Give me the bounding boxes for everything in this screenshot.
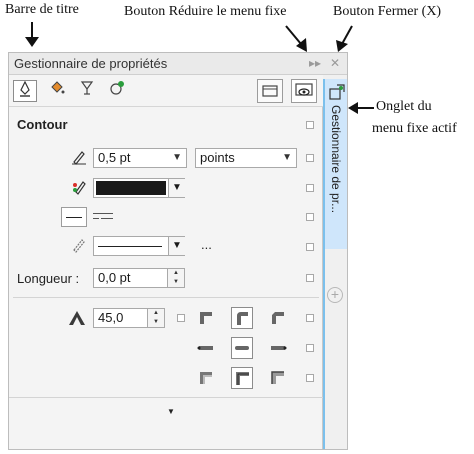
length-label: Longueur :: [17, 271, 80, 286]
docked-tab[interactable]: Gestionnaire de pr...: [323, 79, 347, 249]
cap-square-button[interactable]: [267, 337, 289, 359]
line-style-preview: [98, 246, 162, 247]
properties-panel: Contour 0,5 pt ▼ points ▼ ▼ ▼ ... Longue…: [9, 75, 323, 449]
position-checkbox[interactable]: [306, 374, 314, 382]
annotation-arrow-close: [336, 25, 353, 52]
line-style-pen-icon: [71, 237, 87, 258]
docked-tab-accent-line: [323, 249, 325, 449]
transparency-glass-icon[interactable]: [75, 80, 99, 102]
caps-checkbox[interactable]: [306, 344, 314, 352]
docker-window: Gestionnaire de propriétés ▸▸ ✕ Contour …: [8, 52, 348, 450]
solid-line-icon[interactable]: [61, 207, 87, 227]
annotation-arrow-title: [25, 22, 39, 47]
length-checkbox[interactable]: [306, 274, 314, 282]
close-docker-button[interactable]: ✕: [327, 55, 343, 71]
position-outside-button[interactable]: [195, 367, 217, 389]
outline-width-value: 0,5 pt: [98, 150, 131, 165]
line-style-checkbox[interactable]: [306, 213, 314, 221]
docker-title: Gestionnaire de propriétés: [14, 56, 168, 71]
chevron-down-icon: ▼: [168, 179, 185, 197]
annotation-close-button: Bouton Fermer (X): [333, 4, 442, 19]
outline-width-icon: [71, 149, 87, 170]
property-tabs-toolbar: [9, 75, 323, 107]
annotation-arrow-tab: [348, 102, 374, 114]
collapse-docker-button[interactable]: ▸▸: [307, 55, 323, 71]
miter-limit-stepper[interactable]: ▲ ▼: [147, 309, 164, 327]
new-window-icon[interactable]: [257, 79, 283, 103]
docked-tab-label: Gestionnaire de pr...: [329, 105, 343, 214]
outline-color-checkbox[interactable]: [306, 184, 314, 192]
annotation-collapse-button: Bouton Réduire le menu fixe: [124, 4, 287, 19]
docker-title-bar[interactable]: Gestionnaire de propriétés ▸▸ ✕: [9, 53, 347, 75]
property-manager-tab-icon: [328, 83, 346, 106]
chevron-down-icon: ▼: [282, 152, 292, 163]
outline-color-icon: [71, 179, 87, 200]
annotation-title-bar: Barre de titre: [5, 2, 79, 17]
scroll-down-icon[interactable]: ▼: [167, 407, 175, 416]
footer-divider: [9, 397, 323, 398]
corner-bevel-button[interactable]: [267, 307, 289, 329]
outline-color-swatch: [96, 181, 166, 195]
corners-checkbox[interactable]: [306, 314, 314, 322]
chevron-down-icon: ▼: [172, 152, 182, 163]
outline-color-picker[interactable]: ▼: [93, 178, 185, 198]
annotation-docked-tab-1: Onglet du: [376, 99, 432, 114]
miter-limit-value: 45,0: [98, 310, 124, 325]
miter-limit-icon: [67, 309, 87, 332]
corner-round-button[interactable]: [231, 307, 253, 329]
object-effect-icon[interactable]: [105, 80, 129, 102]
preview-eye-icon[interactable]: [291, 79, 317, 103]
section-divider: [13, 297, 319, 298]
contour-section-title: Contour: [17, 117, 68, 132]
outline-units-value: points: [200, 150, 235, 165]
miter-limit-checkbox[interactable]: [177, 314, 185, 322]
length-stepper[interactable]: ▲ ▼: [167, 269, 184, 287]
corner-miter-button[interactable]: [195, 307, 217, 329]
length-input[interactable]: 0,0 pt ▲ ▼: [93, 268, 185, 288]
annotation-docked-tab-2: menu fixe actif: [372, 121, 457, 136]
length-value: 0,0 pt: [98, 270, 131, 285]
add-docker-button[interactable]: +: [327, 287, 343, 303]
fill-bucket-icon[interactable]: [45, 80, 69, 102]
outline-width-select[interactable]: 0,5 pt ▼: [93, 148, 187, 168]
position-inside-button[interactable]: [267, 367, 289, 389]
miter-limit-input[interactable]: 45,0 ▲ ▼: [93, 308, 165, 328]
line-style-select-checkbox[interactable]: [306, 243, 314, 251]
cap-butt-button[interactable]: [195, 337, 217, 359]
position-center-button[interactable]: [231, 367, 253, 389]
dashed-line-icon[interactable]: [93, 211, 113, 223]
outline-units-select[interactable]: points ▼: [195, 148, 297, 168]
line-style-select[interactable]: ▼: [93, 236, 185, 256]
more-options-button[interactable]: ...: [201, 237, 212, 252]
annotation-arrow-collapse: [285, 25, 307, 52]
contour-section-checkbox[interactable]: [306, 121, 314, 129]
outline-pen-icon[interactable]: [13, 80, 37, 102]
outline-width-checkbox[interactable]: [306, 154, 314, 162]
chevron-down-icon: ▼: [168, 237, 185, 255]
cap-round-button[interactable]: [231, 337, 253, 359]
